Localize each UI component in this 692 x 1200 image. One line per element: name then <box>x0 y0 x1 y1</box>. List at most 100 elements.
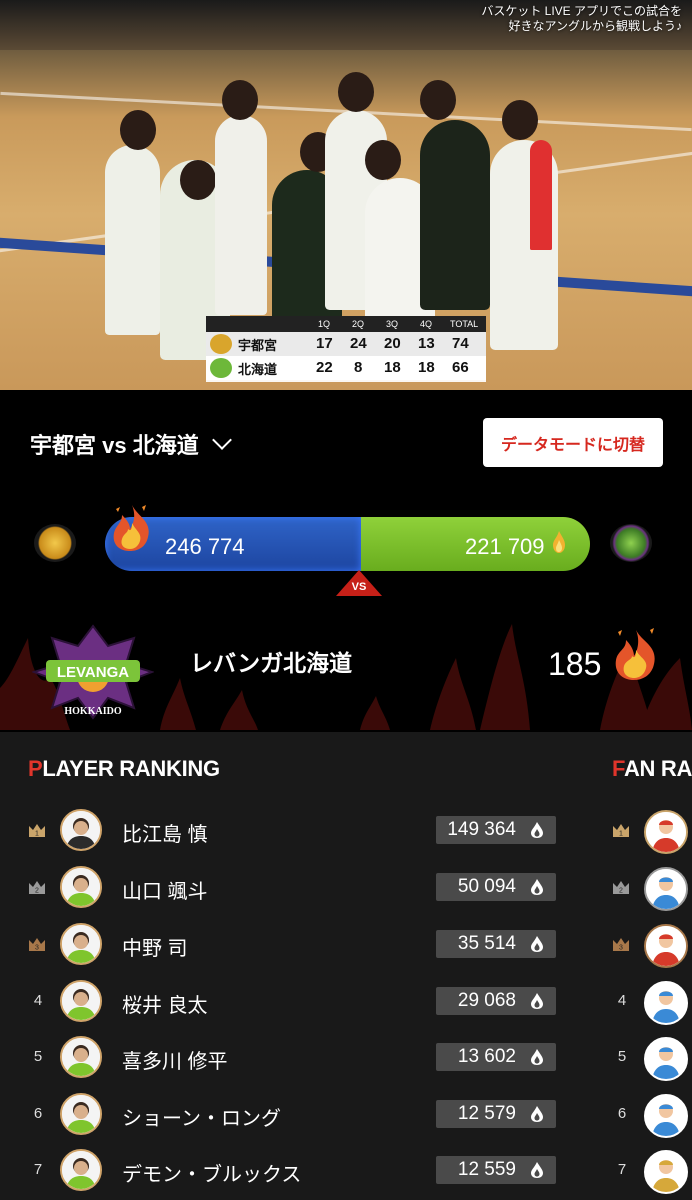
fan-avatar[interactable] <box>644 867 688 911</box>
fan-avatar[interactable] <box>644 1037 688 1081</box>
flame-icon <box>553 531 565 553</box>
score-cell: 17 <box>316 335 333 352</box>
cheer-points-value: 12 579 <box>457 1103 516 1124</box>
cheer-points-badge: 29 068 <box>436 987 556 1015</box>
player-avatar[interactable] <box>60 980 102 1022</box>
cheer-points-value: 35 514 <box>457 933 516 954</box>
player-photo-icon <box>62 1095 100 1133</box>
logo-subtext: HOKKAIDO <box>64 706 121 717</box>
player-figure <box>215 115 267 315</box>
fire-icon <box>615 628 655 680</box>
player-photo-icon <box>62 868 100 906</box>
rank-number: 5 <box>33 1048 43 1065</box>
player-avatar[interactable] <box>60 1036 102 1078</box>
video-player[interactable]: バスケット LIVE アプリでこの試合を 好きなアングルから観戦しよう♪ 1Q … <box>0 0 692 390</box>
user-icon <box>646 812 686 852</box>
promo-overlay: バスケット LIVE アプリでこの試合を 好きなアングルから観戦しよう♪ <box>481 4 682 34</box>
flame-icon <box>531 1106 543 1122</box>
fan-rank-crown-icon: 1 <box>613 824 629 838</box>
cheer-points-badge: 35 514 <box>436 930 556 958</box>
player-head <box>365 140 401 180</box>
score-cell: 24 <box>350 335 367 352</box>
user-icon <box>646 1096 686 1136</box>
cheer-points-badge: 50 094 <box>436 873 556 901</box>
score-cell: 22 <box>316 359 333 376</box>
player-avatar[interactable] <box>60 923 102 965</box>
fan-avatar[interactable] <box>644 1094 688 1138</box>
cheer-points-value: 13 602 <box>457 1046 516 1067</box>
promo-line-1: バスケット LIVE アプリでこの試合を <box>481 4 682 18</box>
rank-crown-icon: 1 <box>29 824 45 838</box>
player-name[interactable]: 中野 司 <box>122 932 188 961</box>
fan-avatar[interactable] <box>644 924 688 968</box>
player-head <box>180 160 216 200</box>
player-photo-icon <box>62 982 100 1020</box>
user-icon <box>646 1039 686 1079</box>
home-team-logo <box>34 524 76 562</box>
player-name[interactable]: 桜井 良太 <box>122 989 208 1018</box>
home-cheer-count: 246 774 <box>165 534 245 559</box>
player-figure <box>105 145 160 335</box>
player-head <box>120 110 156 150</box>
user-icon <box>646 1152 686 1192</box>
player-avatar[interactable] <box>60 809 102 851</box>
score-cell: 20 <box>384 335 401 352</box>
player-head <box>502 100 538 140</box>
player-name[interactable]: デモン・ブルックス <box>122 1158 301 1187</box>
rank-number: 2 <box>35 888 39 895</box>
player-name[interactable]: 比江島 慎 <box>122 818 208 847</box>
player-avatar[interactable] <box>60 1149 102 1191</box>
cheer-points-badge: 13 602 <box>436 1043 556 1071</box>
score-cell: 13 <box>418 335 435 352</box>
vs-badge: VS <box>336 570 382 596</box>
fan-avatar[interactable] <box>644 981 688 1025</box>
fan-avatar[interactable] <box>644 810 688 854</box>
cheer-points-badge: 12 559 <box>436 1156 556 1184</box>
fan-rank-crown-icon: 2 <box>613 881 629 895</box>
rank-number: 4 <box>33 992 43 1009</box>
player-head <box>420 80 456 120</box>
score-cell: 18 <box>384 359 401 376</box>
player-ranking-title: PLAYER RANKING <box>28 756 220 782</box>
period-label: 3Q <box>386 319 399 329</box>
fan-rank-crown-icon: 3 <box>613 938 629 952</box>
player-avatar[interactable] <box>60 866 102 908</box>
score-cell: 74 <box>452 335 469 352</box>
flame-icon <box>531 936 543 952</box>
player-name[interactable]: ショーン・ロング <box>122 1102 281 1131</box>
period-label: 4Q <box>420 319 433 329</box>
title-initial: P <box>28 756 43 781</box>
period-label: 1Q <box>318 319 331 329</box>
ranking-panel[interactable] <box>0 732 692 1200</box>
player-avatar[interactable] <box>60 1093 102 1135</box>
away-cheer-count: 221 709 <box>465 534 545 559</box>
fan-avatar[interactable] <box>644 1150 688 1194</box>
match-selector[interactable]: 宇都宮 vs 北海道 <box>30 428 232 460</box>
leading-team-count: 185 <box>548 646 602 682</box>
fan-ranking-title: FAN RAN <box>612 756 692 782</box>
player-name[interactable]: 山口 颯斗 <box>122 875 208 904</box>
flame-icon <box>531 1162 543 1178</box>
title-rest: LAYER RANKING <box>42 756 220 781</box>
rank-number: 6 <box>33 1105 43 1122</box>
fan-rank-number: 4 <box>617 992 627 1009</box>
data-mode-button[interactable]: データモードに切替 <box>483 418 663 467</box>
flame-icon <box>531 879 543 895</box>
player-name[interactable]: 喜多川 修平 <box>122 1045 228 1074</box>
score-cell: 18 <box>418 359 435 376</box>
score-cell: 66 <box>452 359 469 376</box>
period-label: 2Q <box>352 319 365 329</box>
rank-crown-icon: 3 <box>29 938 45 952</box>
player-towel <box>530 140 552 250</box>
rank-number: 1 <box>35 831 39 838</box>
match-title: 宇都宮 vs 北海道 <box>30 433 199 458</box>
player-head <box>222 80 258 120</box>
away-team-logo <box>210 358 232 378</box>
flame-icon <box>531 993 543 1009</box>
rank-number: 3 <box>35 945 39 952</box>
user-icon <box>646 869 686 909</box>
cheer-points-value: 149 364 <box>447 819 516 840</box>
rank-number: 7 <box>33 1161 43 1178</box>
player-photo-icon <box>62 1151 100 1189</box>
fan-rank-number: 3 <box>619 945 623 952</box>
